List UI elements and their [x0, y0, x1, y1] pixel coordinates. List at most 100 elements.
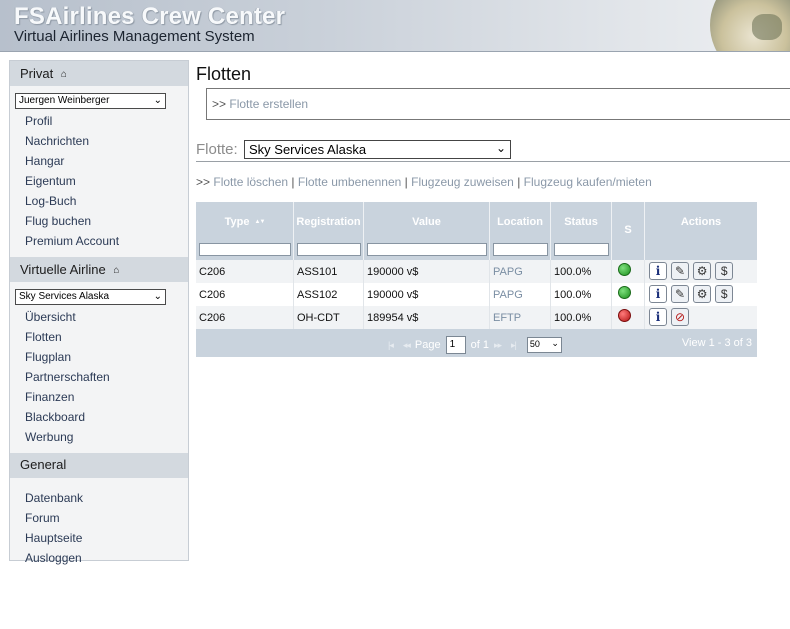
sidebar-item-hangar[interactable]: Hangar	[10, 151, 188, 171]
app-title: FSAirlines Crew Center	[14, 3, 286, 30]
chevron-down-icon: ⌄	[153, 95, 162, 106]
rename-fleet-link[interactable]: Flotte umbenennen	[298, 175, 401, 189]
column-header-s[interactable]: S	[612, 202, 645, 240]
info-icon[interactable]: i	[649, 262, 667, 280]
separator: |	[291, 175, 295, 189]
globe-landmass	[752, 14, 782, 40]
sidebar-heading-general-label: General	[20, 457, 67, 472]
sidebar-item-flotten[interactable]: Flotten	[10, 327, 188, 347]
filter-value-input[interactable]	[367, 243, 487, 256]
filter-location-input[interactable]	[493, 243, 548, 256]
separator: |	[404, 175, 408, 189]
sidebar-item-eigentum[interactable]: Eigentum	[10, 171, 188, 191]
chevron-down-icon: ⌄	[153, 291, 162, 302]
filter-registration-input[interactable]	[297, 243, 361, 256]
page-title: Flotten	[196, 64, 252, 84]
maintenance-icon[interactable]: ⚙	[693, 262, 712, 280]
sidebar-heading-private: Privat ⌂	[10, 61, 188, 86]
info-icon[interactable]: i	[649, 285, 667, 303]
sidebar-item-finanzen[interactable]: Finanzen	[10, 387, 188, 407]
sidebar-item-uebersicht[interactable]: Übersicht	[10, 307, 188, 327]
sort-icon[interactable]: ▲▼	[255, 219, 266, 225]
column-header-registration[interactable]: Registration	[294, 202, 364, 240]
column-header-type[interactable]: Type ▲▼	[196, 202, 294, 240]
home-icon[interactable]: ⌂	[61, 69, 67, 80]
app-header: FSAirlines Crew Center Virtual Airlines …	[0, 0, 790, 52]
sidebar-item-ausloggen[interactable]: Ausloggen	[10, 548, 188, 568]
table-row[interactable]: C206 ASS101 190000 v$ PAPG 100.0% i ✎ ⚙ …	[196, 260, 757, 283]
sidebar-item-datenbank[interactable]: Datenbank	[10, 488, 188, 508]
airline-select-value: Sky Services Alaska	[19, 291, 110, 302]
repair-icon[interactable]: ✎	[671, 285, 690, 303]
sidebar-item-premium-account[interactable]: Premium Account	[10, 231, 188, 251]
rows-per-page-select[interactable]: 50 ⌄	[526, 337, 562, 353]
fleet-select-value: Sky Services Alaska	[249, 142, 367, 157]
sidebar-item-partnerschaften[interactable]: Partnerschaften	[10, 367, 188, 387]
fleet-select[interactable]: Sky Services Alaska ⌄	[244, 140, 511, 159]
cell-location[interactable]: EFTP	[490, 306, 551, 329]
view-info: View 1 - 3 of 3	[681, 337, 752, 349]
status-error-icon	[618, 309, 631, 322]
cell-registration: ASS102	[294, 283, 364, 306]
remove-icon[interactable]: ⊘	[671, 308, 690, 326]
sidebar-item-nachrichten[interactable]: Nachrichten	[10, 131, 188, 151]
cell-location[interactable]: PAPG	[490, 260, 551, 283]
table-row[interactable]: C206 OH-CDT 189954 v$ EFTP 100.0% i ⊘	[196, 306, 757, 329]
maintenance-icon[interactable]: ⚙	[693, 285, 712, 303]
sidebar-heading-virtual-airline: Virtuelle Airline ⌂	[10, 257, 188, 282]
chevron-down-icon: ⌄	[551, 338, 559, 348]
page-label: Page	[414, 339, 441, 351]
sidebar-heading-virtual-airline-label: Virtuelle Airline	[20, 262, 106, 277]
sidebar-item-log-buch[interactable]: Log-Buch	[10, 191, 188, 211]
page-input[interactable]: 1	[445, 336, 466, 354]
grid-filter-row	[196, 240, 757, 260]
page-of-label: of 1	[470, 339, 489, 351]
cell-status: 100.0%	[551, 306, 612, 329]
sidebar-item-profil[interactable]: Profil	[10, 111, 188, 131]
divider	[196, 161, 790, 162]
column-header-type-label: Type	[224, 216, 250, 228]
fleet-label: Flotte:	[196, 141, 238, 158]
column-header-status[interactable]: Status	[551, 202, 612, 240]
buy-rent-aircraft-link[interactable]: Flugzeug kaufen/mieten	[524, 175, 652, 189]
sidebar-item-flugplan[interactable]: Flugplan	[10, 347, 188, 367]
column-header-location[interactable]: Location	[490, 202, 551, 240]
sidebar-heading-private-label: Privat	[20, 66, 54, 81]
assign-aircraft-link[interactable]: Flugzeug zuweisen	[411, 175, 514, 189]
create-fleet-box: >> Flotte erstellen	[206, 88, 790, 120]
user-select-value: Juergen Weinberger	[19, 95, 110, 106]
cell-value: 189954 v$	[364, 306, 490, 329]
last-page-icon[interactable]: ▸|	[511, 340, 517, 351]
grid-header: Type ▲▼ Registration Value Location Stat…	[196, 202, 757, 240]
cell-value: 190000 v$	[364, 260, 490, 283]
next-page-icon[interactable]: ▸▸	[494, 340, 502, 351]
cell-location[interactable]: PAPG	[490, 283, 551, 306]
column-header-value[interactable]: Value	[364, 202, 490, 240]
cell-status: 100.0%	[551, 260, 612, 283]
sidebar-item-hauptseite[interactable]: Hauptseite	[10, 528, 188, 548]
sell-icon[interactable]: $	[715, 262, 734, 280]
actions-prefix: >>	[196, 175, 211, 189]
delete-fleet-link[interactable]: Flotte löschen	[213, 175, 288, 189]
create-fleet-link[interactable]: Flotte erstellen	[229, 97, 308, 111]
airline-select[interactable]: Sky Services Alaska ⌄	[15, 289, 166, 305]
filter-status-input[interactable]	[554, 243, 609, 256]
cell-status: 100.0%	[551, 283, 612, 306]
first-page-icon[interactable]: |◂	[388, 340, 394, 351]
sidebar-item-flug-buchen[interactable]: Flug buchen	[10, 211, 188, 231]
home-icon[interactable]: ⌂	[113, 265, 119, 276]
sidebar-item-forum[interactable]: Forum	[10, 508, 188, 528]
info-icon[interactable]: i	[649, 308, 667, 326]
sidebar-item-werbung[interactable]: Werbung	[10, 427, 188, 447]
table-row[interactable]: C206 ASS102 190000 v$ PAPG 100.0% i ✎ ⚙ …	[196, 283, 757, 306]
chevron-down-icon: ⌄	[495, 141, 506, 155]
fleet-grid: Type ▲▼ Registration Value Location Stat…	[196, 202, 757, 357]
pager-controls: |◂ ◂◂ Page 1 of 1 ▸▸ ▸| 50 ⌄	[383, 336, 562, 354]
sidebar-item-blackboard[interactable]: Blackboard	[10, 407, 188, 427]
user-select[interactable]: Juergen Weinberger ⌄	[15, 93, 166, 109]
prev-page-icon[interactable]: ◂◂	[403, 340, 411, 351]
sell-icon[interactable]: $	[715, 285, 734, 303]
filter-type-input[interactable]	[199, 243, 291, 256]
repair-icon[interactable]: ✎	[671, 262, 690, 280]
cell-type: C206	[196, 283, 294, 306]
